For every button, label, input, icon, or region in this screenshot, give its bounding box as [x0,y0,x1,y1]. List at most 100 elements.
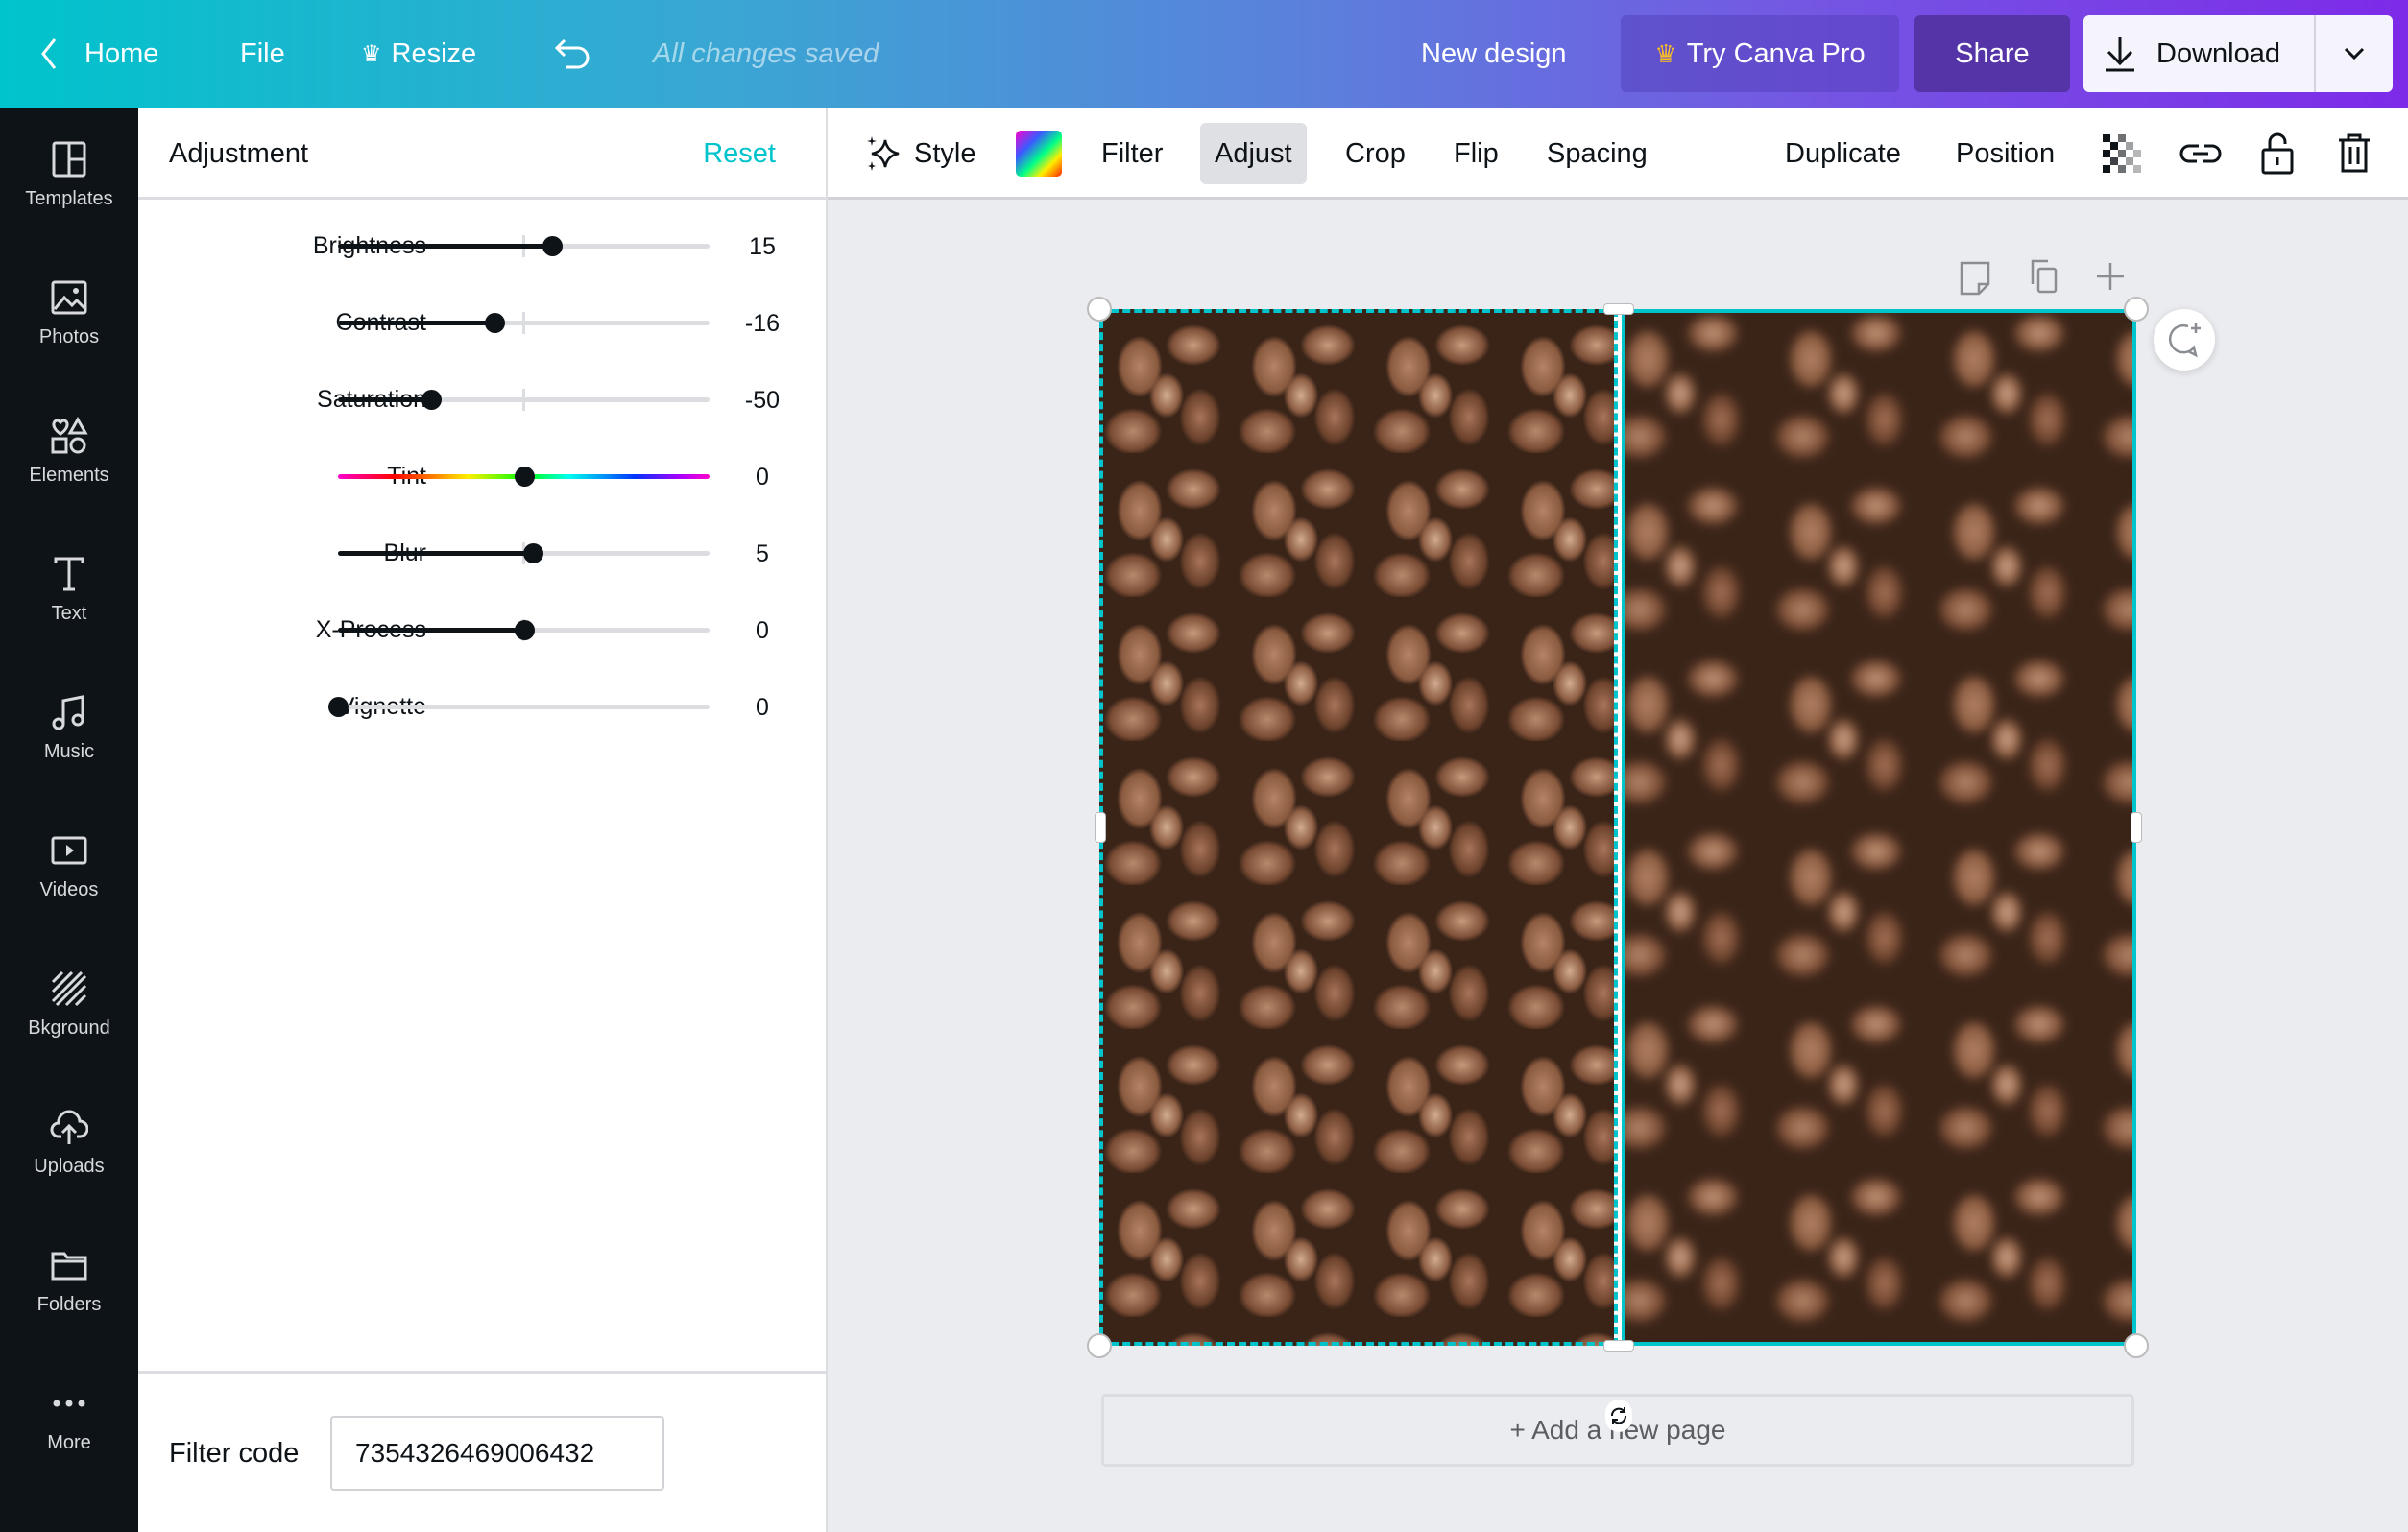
elements-icon [51,417,88,454]
slider-value: -50 [744,387,781,414]
link-button[interactable] [2179,108,2222,200]
slider-track[interactable] [338,235,710,257]
duplicate-page-icon[interactable] [2025,257,2063,296]
sidebar-item-templates[interactable]: Templates [0,108,138,246]
sidebar-item-videos[interactable]: Videos [0,799,138,937]
slider-thumb[interactable] [484,313,505,333]
slider-track[interactable] [338,467,710,487]
sidebar-item-text[interactable]: Text [0,522,138,660]
slider-thumb[interactable] [542,236,563,256]
unlock-icon [2261,132,2294,175]
design-page[interactable] [1099,309,2136,1346]
add-comment-button[interactable] [2154,309,2215,371]
home-button[interactable]: Home [38,0,158,108]
slider-track[interactable] [338,312,710,334]
adjustment-panel: Adjustment Reset Brightness 15 Contrast -16… [138,108,828,1532]
duplicate-button[interactable]: Duplicate [1785,108,1901,200]
filter-code-input[interactable] [330,1416,664,1491]
divider [138,1371,826,1374]
sidebar-label: Photos [38,326,100,347]
crown-icon: ♛ [1654,38,1677,68]
resize-handle[interactable] [2124,297,2149,322]
spacing-handle[interactable] [1603,1340,1634,1352]
slider-track[interactable] [338,619,710,641]
background-icon [51,970,87,1007]
slider-thumb[interactable] [514,620,535,640]
selection-outline-left [1099,309,1618,1346]
side-handle[interactable] [2131,812,2142,843]
file-menu[interactable]: File [240,0,285,108]
slider-track[interactable] [338,389,710,411]
slider-value: 5 [756,540,769,567]
slider-center-tick [522,312,525,334]
add-page-icon[interactable] [2093,259,2128,294]
adjust-button[interactable]: Adjust [1200,123,1307,184]
position-button[interactable]: Position [1956,108,2055,200]
side-handle[interactable] [1095,812,1106,843]
color-swatch[interactable] [1016,131,1062,177]
slider-value: 0 [756,464,769,491]
resize-button[interactable]: ♛ Resize [361,0,476,108]
sidebar-item-more[interactable]: More [0,1352,138,1490]
resize-label: Resize [391,37,477,69]
sidebar-label: Text [51,603,87,624]
download-options-button[interactable] [2316,15,2393,92]
slider-row-x-process: X-Process 0 [138,601,826,658]
flip-button[interactable]: Flip [1454,108,1499,200]
sidebar-label: Elements [29,465,109,486]
canvas-area: + Add a new page [828,200,2408,1532]
videos-icon [51,836,87,865]
slider-thumb[interactable] [514,467,535,487]
photos-icon [51,280,87,315]
resize-handle[interactable] [1087,1333,1112,1358]
slider-row-saturation: Saturation -50 [138,371,826,428]
sidebar-item-folders[interactable]: Folders [0,1213,138,1352]
panel-title: Adjustment [169,138,309,169]
templates-icon [52,141,86,178]
slider-fill [338,244,552,249]
slider-center-tick [522,389,525,411]
sidebar-item-uploads[interactable]: Uploads [0,1075,138,1213]
sidebar-item-photos[interactable]: Photos [0,246,138,384]
resize-handle[interactable] [2124,1333,2149,1358]
slider-thumb[interactable] [328,697,349,717]
slider-track[interactable] [338,542,710,564]
home-label: Home [84,37,159,69]
spacing-button[interactable]: Spacing [1547,108,1648,200]
sidebar-item-elements[interactable]: Elements [0,384,138,522]
slider-value: 0 [756,617,769,644]
trash-icon [2339,133,2370,173]
slider-row-tint: Tint 0 [138,447,826,505]
filter-code-label: Filter code [169,1438,300,1469]
slider-thumb[interactable] [523,543,544,563]
slider-track[interactable] [328,697,710,717]
image-toolbar: Style Filter Adjust Crop Flip Spacing Du… [828,108,2408,200]
rotate-handle[interactable] [1605,1400,1632,1432]
crop-button[interactable]: Crop [1345,108,1406,200]
slider-row-brightness: Brightness 15 [138,217,826,275]
new-design-button[interactable]: New design [1421,0,1567,108]
undo-button[interactable] [553,0,591,108]
resize-handle[interactable] [1087,297,1112,322]
sidebar-item-music[interactable]: Music [0,660,138,799]
filter-button[interactable]: Filter [1101,108,1163,200]
slider-thumb[interactable] [421,390,442,410]
lock-button[interactable] [2260,108,2295,200]
page-notes-icon[interactable] [1956,259,1994,298]
sidebar-label: Templates [25,188,113,209]
style-label: Style [914,137,976,169]
reset-button[interactable]: Reset [703,108,776,200]
download-button[interactable]: Download [2083,15,2316,92]
style-button[interactable]: Style [864,108,975,200]
sidebar-item-background[interactable]: Bkground [0,937,138,1075]
spacing-handle[interactable] [1603,303,1634,315]
try-canva-pro-button[interactable]: ♛ Try Canva Pro [1621,15,1899,92]
top-bar: Home File ♛ Resize All changes saved New… [0,0,2408,108]
download-label: Download [2156,37,2280,69]
transparency-button[interactable] [2103,108,2141,200]
comment-add-icon [2168,323,2201,358]
slider-value: -16 [744,310,781,337]
delete-button[interactable] [2337,108,2372,200]
link-icon [2179,144,2222,163]
share-button[interactable]: Share [1914,15,2070,92]
